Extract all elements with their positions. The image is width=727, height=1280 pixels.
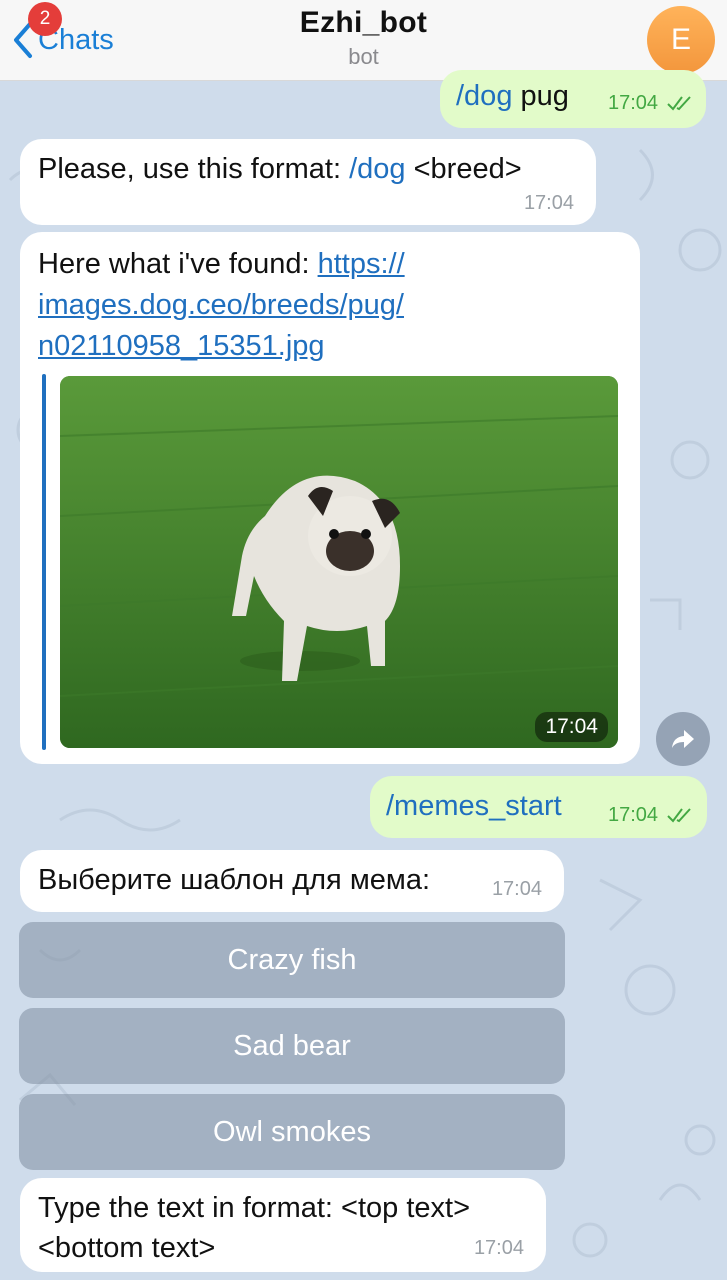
command-link[interactable]: /dog [456,80,512,112]
message-text: Выберите шаблон для мема: [38,864,431,896]
message-text: Here what i've found: [38,248,318,280]
avatar[interactable]: E [647,6,715,74]
double-check-icon [667,96,691,111]
command-link[interactable]: /memes_start [386,790,562,823]
message-time: 17:04 [608,92,659,114]
message-text-line2: <bottom text> [38,1232,216,1264]
inline-button-owl-smokes[interactable]: Owl smokes [19,1094,565,1170]
message-time: 17:04 [523,192,574,214]
message-incoming[interactable]: Please, use this format: /dog <breed> 17… [20,139,596,225]
message-outgoing[interactable]: /memes_start 17:04 [370,776,707,838]
url-link-cont[interactable]: n02110958_15351.jpg [38,326,405,367]
chat-header: Chats 2 Ezhi_bot bot E [0,0,727,81]
message-incoming-photo[interactable]: Here what i've found: https:// images.do… [20,232,640,764]
command-link[interactable]: /dog [349,153,405,185]
link-preview-photo[interactable]: 17:04 [60,376,618,748]
message-text: Type the text in format: <top text> [38,1192,471,1224]
message-incoming[interactable]: Type the text in format: <top text> <bot… [20,1178,546,1272]
chat-subtitle: bot [348,44,379,69]
message-text-suffix: <breed> [405,153,522,185]
share-button[interactable] [656,712,710,766]
message-incoming[interactable]: Выберите шаблон для мема: 17:04 [20,850,564,912]
pug-image [60,376,618,748]
inline-button-sad-bear[interactable]: Sad bear [19,1008,565,1084]
chat-title: Ezhi_bot [299,6,428,39]
photo-time: 17:04 [535,712,608,742]
url-link-cont[interactable]: images.dog.ceo/breeds/pug/ [38,285,405,326]
preview-accent-bar [42,374,46,750]
message-text: Please, use this format: [38,153,350,185]
double-check-icon [667,808,691,823]
message-time: 17:04 [491,878,542,900]
message-text: pug [512,80,569,112]
chat-title-area[interactable]: Ezhi_bot bot [0,6,727,70]
message-outgoing[interactable]: /dog pug 17:04 [440,70,706,128]
message-time: 17:04 [608,804,659,826]
inline-button-crazy-fish[interactable]: Crazy fish [19,922,565,998]
url-link[interactable]: https:// [318,248,405,280]
message-time: 17:04 [473,1237,524,1259]
forward-icon [672,730,694,748]
